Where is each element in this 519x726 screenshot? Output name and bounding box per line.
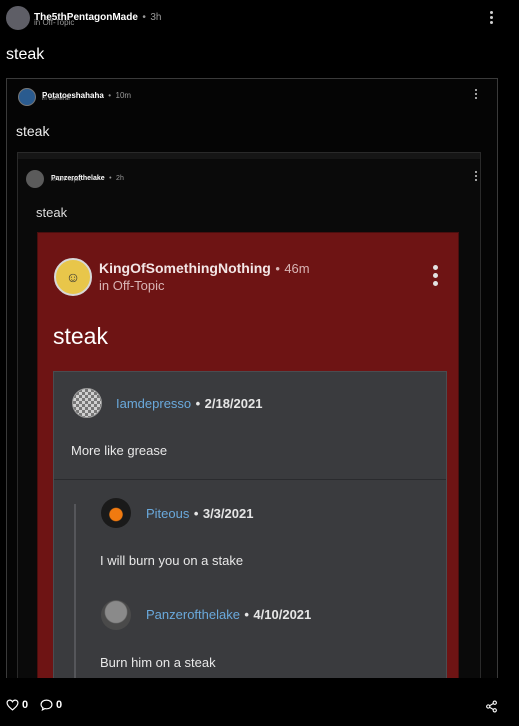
embed2-title: steak — [36, 205, 68, 220]
comment-bubble-icon — [40, 699, 53, 711]
red-post-time: 46m — [284, 261, 310, 276]
embed2-time: 2h — [116, 175, 124, 182]
post-location[interactable]: in Off-Topic — [34, 18, 74, 27]
red-post-avatar: ☺ — [54, 258, 92, 296]
comment-avatar — [101, 498, 131, 528]
comment-divider — [54, 479, 446, 480]
comment-avatar — [101, 600, 131, 630]
embed1-time: 10m — [115, 91, 132, 100]
like-button[interactable]: 0 — [6, 699, 28, 711]
red-post-title: steak — [53, 323, 108, 349]
red-post-separator: • — [275, 261, 280, 276]
heart-icon — [6, 699, 19, 711]
comment-separator: • — [195, 396, 201, 411]
comment-username: Panzerofthelake — [146, 607, 240, 622]
embed1-separator: • — [108, 91, 112, 100]
comment-button[interactable]: 0 — [40, 699, 62, 711]
embed2-more-icon — [473, 171, 479, 181]
comment-text: Burn him on a steak — [100, 655, 216, 670]
comment-meta: Piteous • 3/3/2021 — [146, 505, 253, 523]
comment-username: Iamdepresso — [116, 396, 192, 411]
embed1-avatar — [18, 88, 36, 106]
red-post-card: ☺ KingOfSomethingNothing • 46m in Off-To… — [37, 232, 459, 678]
comment-meta: Panzerofthelake • 4/10/2021 — [146, 606, 311, 624]
embed2-location: in Off-Topic — [51, 177, 82, 183]
comment-date: 2/18/2021 — [204, 396, 263, 411]
red-post-meta: KingOfSomethingNothing • 46m — [99, 260, 310, 278]
embed1-location: in General — [42, 96, 70, 102]
comment-meta: Iamdepresso • 2/18/2021 — [116, 395, 262, 413]
red-post-author: KingOfSomethingNothing — [99, 260, 271, 276]
author-avatar[interactable] — [6, 6, 30, 30]
comment-avatar — [72, 388, 102, 418]
comment-text: I will burn you on a stake — [100, 553, 244, 568]
embed2-avatar — [26, 170, 44, 188]
reply-thread-line — [74, 504, 76, 678]
red-post-location: in Off-Topic — [99, 278, 165, 293]
embed2-topbar — [18, 153, 480, 159]
more-options-icon[interactable] — [488, 11, 494, 24]
like-count: 0 — [22, 699, 29, 711]
comment-username: Piteous — [146, 506, 190, 521]
embed2-frame: Panzerofthelake • 2h in Off-Topic steak … — [17, 152, 481, 678]
embed1-more-icon — [473, 89, 479, 99]
comment-date: 4/10/2021 — [253, 607, 312, 622]
smiley-icon: ☺ — [65, 269, 81, 285]
embed2-separator: • — [109, 175, 112, 182]
comment-text: More like grease — [71, 443, 168, 458]
comment-separator: • — [244, 607, 249, 622]
comment-separator: • — [193, 506, 199, 521]
share-button[interactable] — [485, 700, 498, 718]
comment-count: 0 — [56, 699, 63, 711]
red-post-more-icon — [431, 265, 439, 286]
embedded-image[interactable]: Potatoeshahaha • 10m in General steak Pa… — [6, 78, 498, 678]
post-title: steak — [6, 46, 45, 63]
comment-date: 3/3/2021 — [202, 506, 254, 521]
embed1-title: steak — [16, 123, 50, 139]
share-icon — [486, 700, 497, 713]
post-time: 3h — [150, 12, 162, 23]
comments-card: Iamdepresso • 2/18/2021 More like grease… — [53, 371, 447, 678]
meta-separator: • — [142, 12, 146, 23]
